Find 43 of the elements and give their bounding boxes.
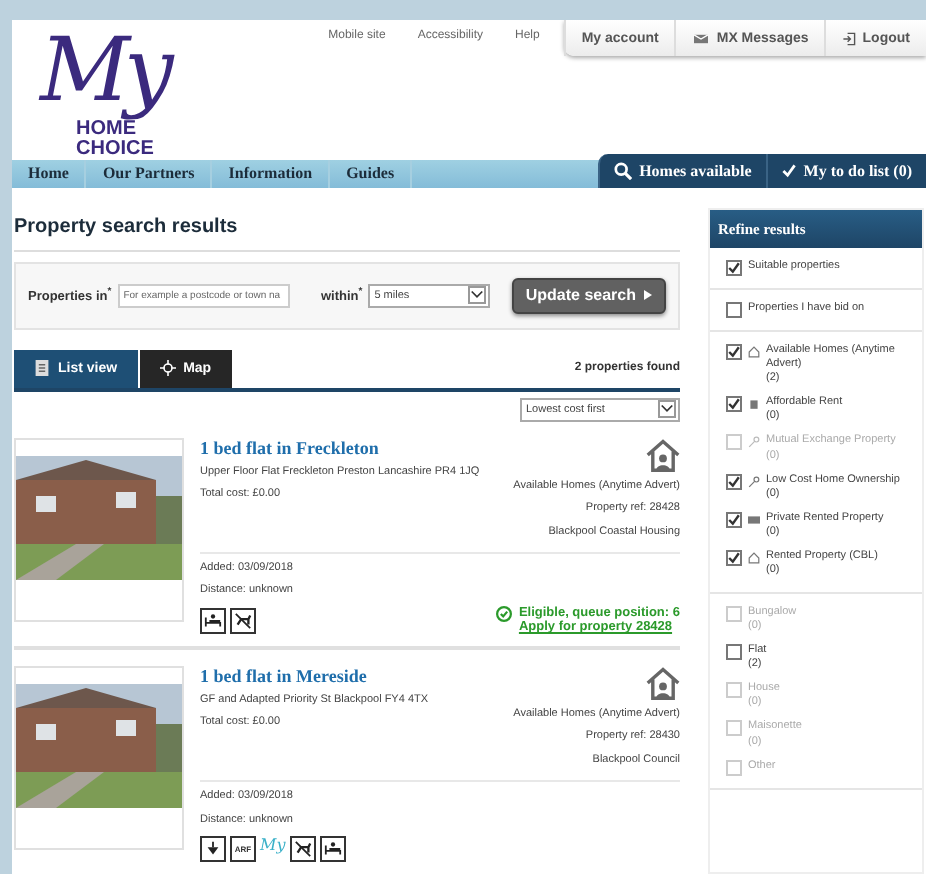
- house-icon: [646, 665, 680, 700]
- caret-icon: [467, 286, 486, 305]
- no-dog-icon: [289, 836, 316, 862]
- nav-action[interactable]: Homes available: [597, 154, 766, 188]
- checkbox[interactable]: [726, 301, 742, 318]
- house-icon: [646, 437, 680, 472]
- key-icon: [748, 475, 760, 488]
- search-icon: [613, 161, 632, 180]
- bed-icon: [319, 836, 346, 862]
- caret-icon: [658, 400, 676, 419]
- nav-action[interactable]: My to do list (0): [765, 154, 926, 188]
- crosshair-icon: [159, 360, 176, 377]
- checkbox[interactable]: [726, 643, 742, 660]
- key-icon: [748, 436, 760, 449]
- property-title[interactable]: 1 bed flat in Mereside: [200, 665, 490, 686]
- checkbox[interactable]: [726, 550, 742, 567]
- property-title[interactable]: 1 bed flat in Freckleton: [200, 437, 490, 458]
- checkbox[interactable]: [726, 473, 742, 490]
- mail-icon: [692, 31, 711, 45]
- lift-icon: [200, 836, 226, 862]
- page-title: Property search results: [14, 215, 680, 252]
- house-icon: [748, 345, 760, 358]
- logout-icon: [842, 31, 857, 45]
- card-icon: [748, 514, 760, 527]
- checkbox[interactable]: [726, 512, 742, 529]
- nav-item[interactable]: Guides: [330, 160, 413, 188]
- nav-item[interactable]: Information: [212, 160, 331, 188]
- checkbox[interactable]: [726, 396, 742, 413]
- update-search-button[interactable]: Update search: [511, 277, 666, 314]
- logo: My: [260, 836, 286, 858]
- arrow-icon: [644, 290, 652, 301]
- building-icon: [748, 398, 760, 411]
- no-dog-icon: [230, 607, 256, 634]
- check-icon: [781, 163, 796, 178]
- bed-icon: [200, 607, 226, 634]
- nav-item[interactable]: Our Partners: [86, 160, 213, 188]
- list-icon: [34, 360, 50, 377]
- nav-item[interactable]: Home: [12, 160, 87, 188]
- checkbox[interactable]: [726, 343, 742, 360]
- house-icon: [748, 552, 760, 565]
- check-circle-icon: [496, 605, 513, 622]
- logo[interactable]: My HOME CHOICE: [12, 20, 209, 160]
- checkbox[interactable]: [726, 259, 742, 276]
